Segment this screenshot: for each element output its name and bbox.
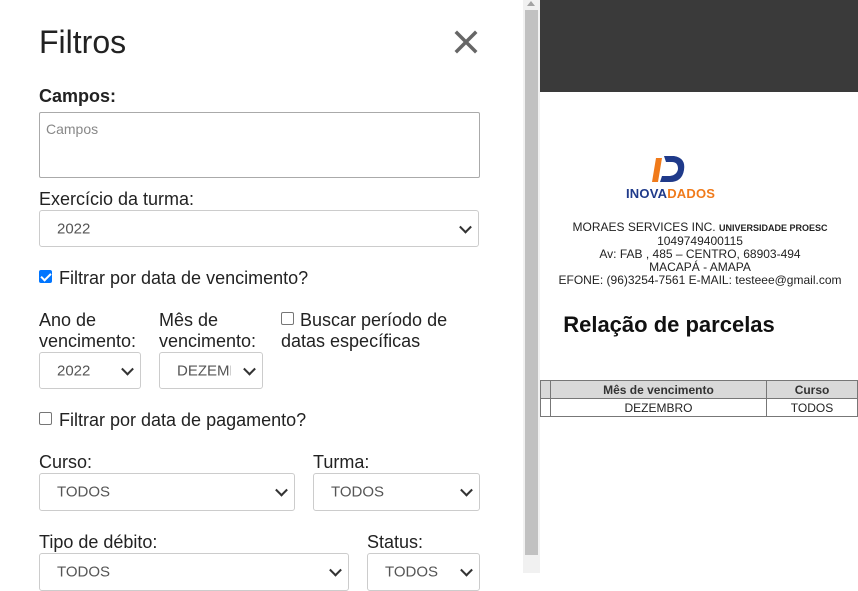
buscar-periodo-checkbox[interactable] [281, 312, 294, 325]
report-header-bar [540, 0, 858, 92]
filtrar-vencimento-label: Filtrar por data de vencimento? [59, 268, 309, 288]
company-unit: UNIVERSIDADE PROESC [718, 223, 828, 233]
table-header-row: Mês de vencimento Curso [540, 380, 858, 399]
curso-label: Curso: [39, 452, 93, 472]
logo-text: INOVADADOS [626, 186, 716, 201]
chevron-down-icon [275, 483, 288, 497]
mes-vencimento-label-2: vencimento: [159, 331, 257, 351]
ano-vencimento-value: 2022 [57, 362, 91, 379]
chevron-down-icon [460, 563, 473, 577]
table-header-cell: Curso [766, 380, 858, 399]
campos-input[interactable]: Campos [39, 112, 480, 178]
panel-scrollbar[interactable] [523, 0, 540, 573]
ano-vencimento-label-1: Ano de [39, 310, 97, 330]
tipo-debito-select[interactable]: TODOS [39, 553, 349, 591]
table-cell: TODOS [766, 398, 858, 417]
status-value: TODOS [385, 563, 439, 581]
buscar-periodo-label-2: datas específicas [281, 331, 421, 351]
campos-label: Campos: [39, 86, 117, 106]
turma-label: Turma: [313, 452, 370, 472]
mes-vencimento-select[interactable]: DEZEMBRO [159, 352, 263, 389]
panel-title: Filtros [39, 24, 127, 60]
exercicio-select[interactable]: 2022 [39, 210, 479, 247]
turma-select[interactable]: TODOS [313, 473, 480, 511]
filtrar-vencimento-checkbox[interactable] [39, 270, 52, 283]
status-label: Status: [367, 532, 424, 552]
logo-mark-icon [652, 156, 685, 182]
mes-vencimento-value: DEZEMBRO [177, 362, 231, 379]
company-name: MORAES SERVICES INC. [572, 220, 716, 234]
chevron-down-icon [121, 362, 134, 376]
table-header-cell [540, 380, 551, 399]
curso-select[interactable]: TODOS [39, 473, 295, 511]
ano-vencimento-select[interactable]: 2022 [39, 352, 141, 389]
chevron-down-icon [459, 220, 472, 234]
tipo-debito-label: Tipo de débito: [39, 532, 158, 552]
table-row: DEZEMBRO TODOS [540, 398, 858, 417]
campos-placeholder: Campos [46, 121, 99, 137]
ano-vencimento-label-2: vencimento: [39, 331, 137, 351]
filters-panel: Filtros Campos: Campos Exercício da turm… [0, 0, 523, 591]
exercicio-value: 2022 [57, 220, 91, 237]
filtrar-pagamento-checkbox[interactable] [39, 412, 52, 425]
table-header-cell: Mês de vencimento [549, 380, 768, 399]
chevron-down-icon [460, 483, 473, 497]
turma-value: TODOS [331, 483, 385, 501]
tipo-debito-value: TODOS [57, 563, 111, 581]
scroll-up-icon[interactable] [527, 1, 535, 6]
exercicio-label: Exercício da turma: [39, 189, 195, 209]
company-logo: INOVADADOS [626, 154, 715, 202]
scroll-thumb[interactable] [525, 10, 538, 555]
report-title: Relação de parcelas [563, 312, 775, 337]
chevron-down-icon [243, 362, 256, 376]
chevron-down-icon [329, 563, 342, 577]
table-cell [540, 398, 551, 417]
company-info: MORAES SERVICES INC. UNIVERSIDADE PROESC… [540, 221, 858, 287]
company-contact: EFONE: (96)3254-7561 E-MAIL: testeee@gma… [558, 273, 842, 287]
curso-value: TODOS [57, 483, 111, 501]
report-table: Mês de vencimento Curso DEZEMBRO TODOS [540, 380, 858, 417]
status-select[interactable]: TODOS [367, 553, 480, 591]
mes-vencimento-label-1: Mês de [159, 310, 219, 330]
table-cell: DEZEMBRO [549, 398, 768, 417]
report-preview: INOVADADOS MORAES SERVICES INC. UNIVERSI… [540, 0, 858, 573]
filtrar-pagamento-label: Filtrar por data de pagamento? [59, 410, 307, 430]
close-icon[interactable] [452, 28, 480, 56]
buscar-periodo-label-1: Buscar período de [300, 310, 448, 330]
